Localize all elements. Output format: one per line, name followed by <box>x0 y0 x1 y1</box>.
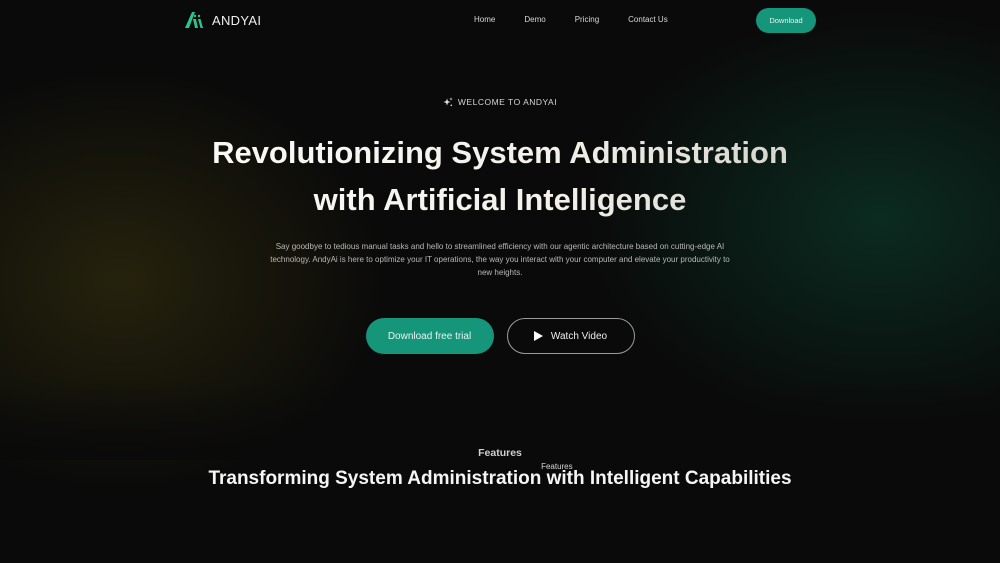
watch-video-label: Watch Video <box>550 330 608 342</box>
brand-name: ANDYAI <box>212 12 262 28</box>
features-title: Transforming System Administration with … <box>208 468 792 489</box>
brand-logo[interactable]: ANDYAI <box>184 11 261 29</box>
watch-video-button[interactable]: Watch Video <box>506 318 635 354</box>
hero-section: WELCOME TO ANDYAI Revolutionizing System… <box>0 94 1000 354</box>
nav-link-home[interactable]: Home <box>474 15 495 24</box>
hero-title: Revolutionizing System Administration wi… <box>0 129 1000 223</box>
sparkle-icon <box>443 97 453 107</box>
nav-download-button[interactable]: Download <box>756 8 816 33</box>
nav-link-demo[interactable]: Demo <box>524 15 545 24</box>
hero-eyebrow-text: WELCOME TO ANDYAI <box>457 97 558 107</box>
hero-title-line-1: Revolutionizing System Administration <box>212 135 788 170</box>
download-free-trial-button[interactable]: Download free trial <box>365 318 494 354</box>
hero-cta-row: Download free trial Watch Video <box>0 318 1000 354</box>
hero-eyebrow: WELCOME TO ANDYAI <box>443 97 557 107</box>
hero-title-line-2: with Artificial Intelligence <box>313 182 687 217</box>
nav-link-pricing[interactable]: Pricing <box>575 15 599 24</box>
nav-links: Home Features Demo Pricing Contact Us <box>474 15 668 471</box>
features-section: Features Transforming System Administrat… <box>0 447 1000 490</box>
hero-subtitle: Say goodbye to tedious manual tasks and … <box>270 242 730 277</box>
features-label: Features <box>478 447 522 459</box>
nav-link-contact-us[interactable]: Contact Us <box>628 15 668 24</box>
play-icon <box>533 331 543 341</box>
top-navbar: ANDYAI Home Features Demo Pricing Contac… <box>0 0 1000 471</box>
andyai-logo-icon <box>185 12 203 28</box>
